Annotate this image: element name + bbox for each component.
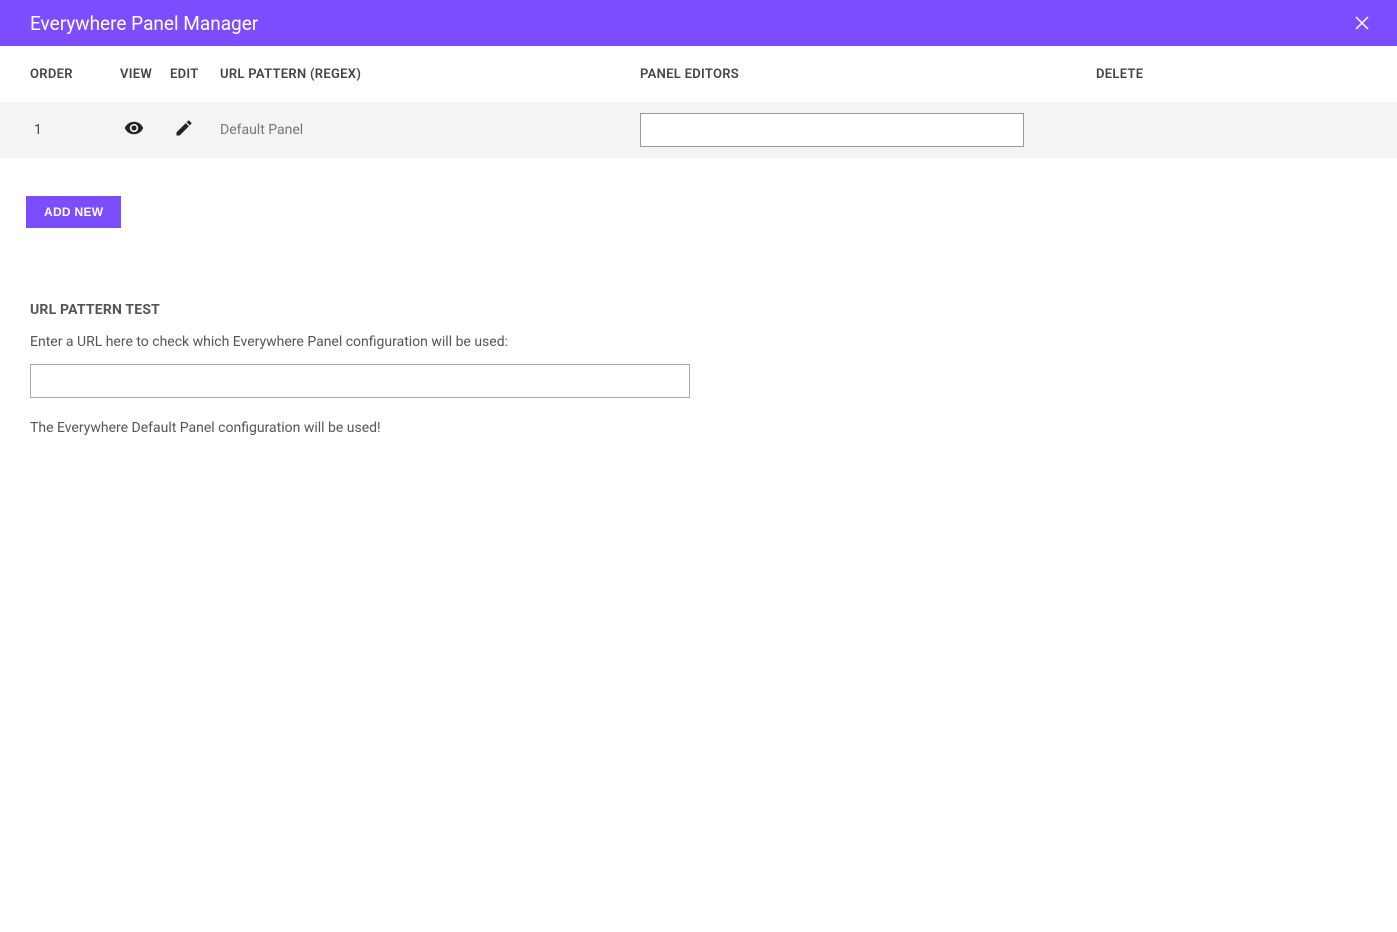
url-test-heading: URL PATTERN TEST bbox=[30, 302, 1367, 318]
close-button[interactable] bbox=[1347, 8, 1377, 38]
add-new-section: ADD NEW bbox=[0, 158, 1397, 228]
header-bar: Everywhere Panel Manager bbox=[0, 0, 1397, 46]
edit-button[interactable] bbox=[170, 118, 194, 138]
close-icon bbox=[1353, 14, 1371, 32]
table-row: 1 Default Panel bbox=[0, 102, 1397, 158]
url-pattern-test-section: URL PATTERN TEST Enter a URL here to che… bbox=[0, 228, 1397, 436]
add-new-button[interactable]: ADD NEW bbox=[26, 196, 121, 228]
column-header-url-pattern: URL PATTERN (REGEX) bbox=[220, 67, 640, 82]
column-header-delete: DELETE bbox=[1096, 67, 1176, 82]
pencil-icon bbox=[174, 118, 194, 138]
column-header-edit: EDIT bbox=[170, 67, 220, 82]
header-title: Everywhere Panel Manager bbox=[30, 12, 258, 35]
row-order-number: 1 bbox=[30, 122, 42, 138]
url-test-result: The Everywhere Default Panel configurati… bbox=[30, 420, 1367, 436]
url-test-input[interactable] bbox=[30, 364, 690, 398]
panel-editors-input[interactable] bbox=[640, 113, 1024, 147]
url-test-description: Enter a URL here to check which Everywhe… bbox=[30, 334, 1367, 350]
column-header-view: VIEW bbox=[120, 67, 170, 82]
column-header-panel-editors: PANEL EDITORS bbox=[640, 67, 1096, 82]
view-button[interactable] bbox=[120, 118, 144, 138]
table-header-row: ORDER VIEW EDIT URL PATTERN (REGEX) PANE… bbox=[0, 46, 1397, 102]
column-header-order: ORDER bbox=[30, 67, 120, 82]
eye-icon bbox=[124, 118, 144, 138]
row-url-pattern: Default Panel bbox=[220, 122, 303, 138]
